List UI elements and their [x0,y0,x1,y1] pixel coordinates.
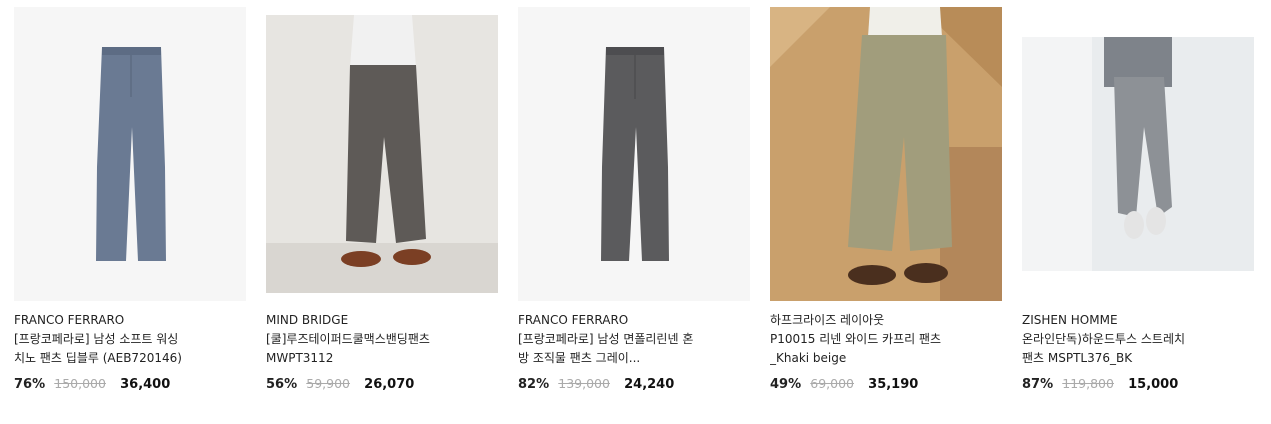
product-name-line[interactable]: 치노 팬츠 딥블루 (AEB720146) [14,349,246,368]
original-price: 150,000 [54,376,106,391]
discount-rate: 56% [266,377,298,392]
product-name-line[interactable]: 팬츠 MSPTL376_BK [1022,349,1254,368]
sale-price: 15,000 [1128,377,1179,392]
price-row: 76% 150,000 36,400 [14,376,170,393]
product-name[interactable]: [프랑코페라로] 남성 면폴리린넨 혼 방 조직물 팬츠 그레이... [518,330,750,368]
product-image[interactable] [14,7,246,301]
discount-rate: 76% [14,377,46,392]
product-name[interactable]: P10015 리넨 와이드 카프리 팬츠 _Khaki beige [770,330,1002,368]
product-brand: ZISHEN HOMME [1022,313,1118,327]
price-row: 56% 59,900 26,070 [266,376,414,393]
discount-rate: 87% [1022,377,1054,392]
sale-price: 24,240 [624,377,675,392]
product-name-line[interactable]: [쿨]루즈테이퍼드쿨맥스밴딩팬츠 [266,330,498,349]
original-price: 139,000 [558,376,610,391]
product-name-line[interactable]: 방 조직물 팬츠 그레이... [518,349,750,368]
original-price: 119,800 [1062,376,1114,391]
product-name-line[interactable]: MWPT3112 [266,349,498,368]
product-image[interactable] [770,7,1002,301]
product-brand: FRANCO FERRARO [14,313,125,327]
discount-rate: 49% [770,377,802,392]
product-brand: FRANCO FERRARO [518,313,629,327]
original-price: 69,000 [810,376,855,391]
product-name[interactable]: [프랑코페라로] 남성 소프트 워싱 치노 팬츠 딥블루 (AEB720146) [14,330,246,368]
product-name-line[interactable]: [프랑코페라로] 남성 소프트 워싱 [14,330,246,349]
product-name-line[interactable]: _Khaki beige [770,349,1002,368]
product-grid: FRANCO FERRARO [프랑코페라로] 남성 소프트 워싱 치노 팬츠 … [14,7,1258,407]
sale-price: 26,070 [364,377,415,392]
product-name-line[interactable]: 온라인단독)하운드투스 스트레치 [1022,330,1254,349]
sale-price: 35,190 [868,377,919,392]
sale-price: 36,400 [120,377,171,392]
product-image[interactable] [518,7,750,301]
product-image[interactable] [266,7,498,301]
price-row: 49% 69,000 35,190 [770,376,918,393]
price-row: 87% 119,800 15,000 [1022,376,1178,393]
product-brand: 하프크라이즈 레이아웃 [770,313,885,327]
product-image[interactable] [1022,7,1254,301]
product-name[interactable]: 온라인단독)하운드투스 스트레치 팬츠 MSPTL376_BK [1022,330,1254,368]
product-name-line[interactable]: P10015 리넨 와이드 카프리 팬츠 [770,330,1002,349]
product-name-line[interactable]: [프랑코페라로] 남성 면폴리린넨 혼 [518,330,750,349]
discount-rate: 82% [518,377,550,392]
original-price: 59,900 [306,376,351,391]
product-brand: MIND BRIDGE [266,313,349,327]
product-name[interactable]: [쿨]루즈테이퍼드쿨맥스밴딩팬츠 MWPT3112 [266,330,498,368]
price-row: 82% 139,000 24,240 [518,376,674,393]
